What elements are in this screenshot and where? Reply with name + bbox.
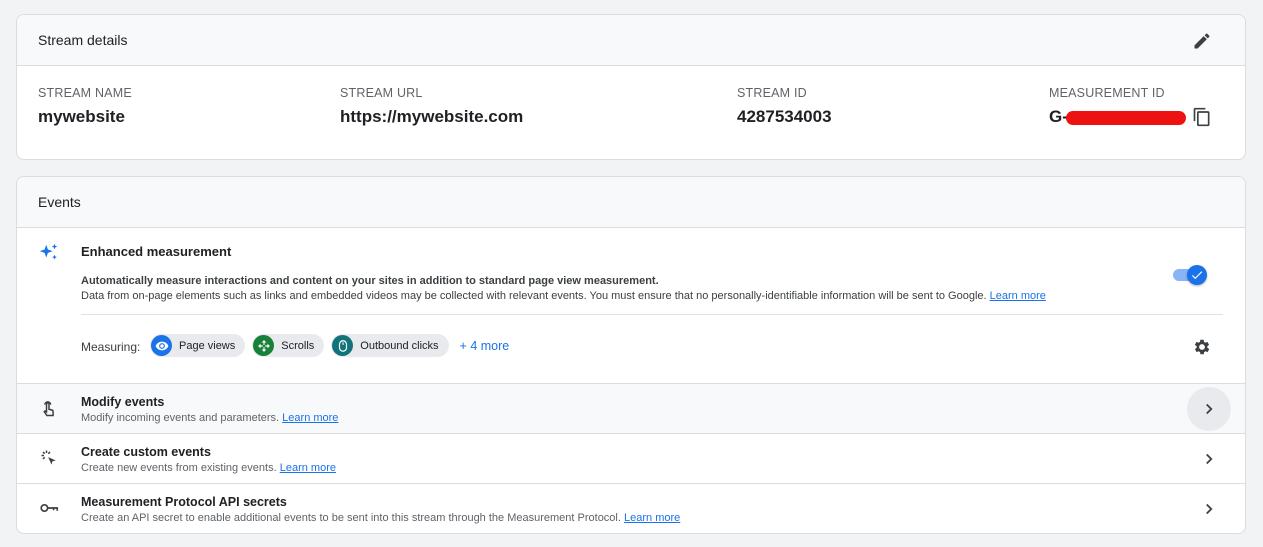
stream-name-field: STREAM NAME mywebsite <box>38 86 132 127</box>
enhanced-measurement-title: Enhanced measurement <box>81 244 232 259</box>
stream-details-title: Stream details <box>38 32 128 48</box>
stream-details-body: STREAM NAME mywebsite STREAM URL https:/… <box>17 66 1245 159</box>
divider <box>81 314 1223 315</box>
pencil-icon <box>1194 33 1210 49</box>
measurement-id-label: MEASUREMENT ID <box>1049 86 1165 100</box>
copy-button[interactable] <box>1189 104 1215 130</box>
chip-outbound-clicks[interactable]: Outbound clicks <box>331 334 449 357</box>
stream-details-card: Stream details STREAM NAME mywebsite STR… <box>16 14 1246 160</box>
key-icon <box>38 497 60 519</box>
stream-url-label: STREAM URL <box>340 86 423 100</box>
create-custom-events-title: Create custom events <box>81 445 211 459</box>
mouse-icon <box>332 335 354 356</box>
touch-icon <box>38 397 60 419</box>
eye-icon <box>151 335 172 356</box>
modify-events-row[interactable]: Modify events Modify incoming events and… <box>17 384 1245 434</box>
chip-label: Scrolls <box>281 339 315 352</box>
stream-url-value: https://mywebsite.com <box>340 107 524 126</box>
create-custom-events-sub: Create new events from existing events. … <box>81 462 336 474</box>
gear-icon <box>1194 339 1210 355</box>
chevron-right-icon <box>1206 403 1213 415</box>
enhanced-measurement-section: Enhanced measurement Automatically measu… <box>17 228 1245 384</box>
chip-scrolls[interactable]: Scrolls <box>252 334 325 357</box>
scroll-icon <box>253 335 275 356</box>
stream-id-label: STREAM ID <box>737 86 807 100</box>
modify-events-learn-more[interactable]: Learn more <box>282 412 338 424</box>
modify-events-sub: Modify incoming events and parameters. L… <box>81 412 338 424</box>
redaction-mark <box>1065 110 1186 125</box>
stream-name-value: mywebsite <box>38 107 125 126</box>
enhanced-measurement-toggle[interactable] <box>1173 264 1207 285</box>
stream-name-label: STREAM NAME <box>38 86 132 100</box>
measurement-protocol-desc: Create an API secret to enable additiona… <box>81 512 621 524</box>
measuring-label: Measuring: <box>81 340 141 354</box>
measurement-id-value-row: G- <box>1049 107 1186 127</box>
enhanced-settings-button[interactable] <box>1190 335 1214 359</box>
chevron-right-icon <box>1206 503 1213 515</box>
stream-id-value: 4287534003 <box>737 107 832 126</box>
enhanced-measurement-note: Data from on-page elements such as links… <box>81 290 1046 302</box>
toggle-thumb <box>1187 265 1207 285</box>
chip-label: Outbound clicks <box>360 339 439 352</box>
measurement-id-field: MEASUREMENT ID G- <box>1049 86 1186 127</box>
measuring-chips: Page views Scrolls Outbound clicks + 4 m… <box>150 334 509 357</box>
measurement-protocol-row[interactable]: Measurement Protocol API secrets Create … <box>17 484 1245 533</box>
create-custom-events-learn-more[interactable]: Learn more <box>280 462 336 474</box>
sparkle-icon <box>38 242 60 269</box>
stream-url-field: STREAM URL https://mywebsite.com <box>340 86 523 127</box>
stream-details-header: Stream details <box>17 15 1245 66</box>
create-custom-events-desc: Create new events from existing events. <box>81 462 277 474</box>
events-card: Events Enhanced measurement Automaticall… <box>16 176 1246 534</box>
enhanced-measurement-note-text: Data from on-page elements such as links… <box>81 290 987 302</box>
measurement-protocol-chevron[interactable] <box>1187 487 1231 531</box>
chip-page-views[interactable]: Page views <box>150 334 246 357</box>
chip-label: Page views <box>179 339 236 352</box>
modify-events-title: Modify events <box>81 395 165 409</box>
edit-button[interactable] <box>1189 28 1215 54</box>
modify-events-chevron[interactable] <box>1187 387 1231 431</box>
measurement-protocol-title: Measurement Protocol API secrets <box>81 495 287 509</box>
events-header: Events <box>17 177 1245 228</box>
copy-icon <box>1193 107 1210 127</box>
enhanced-learn-more-link[interactable]: Learn more <box>990 290 1046 302</box>
click-sparkle-icon <box>38 447 60 469</box>
events-title: Events <box>38 194 81 210</box>
enhanced-measurement-desc: Automatically measure interactions and c… <box>81 275 659 287</box>
chevron-right-icon <box>1206 453 1213 465</box>
measurement-protocol-sub: Create an API secret to enable additiona… <box>81 512 680 524</box>
modify-events-desc: Modify incoming events and parameters. <box>81 412 280 424</box>
more-measurements-link[interactable]: + 4 more <box>460 339 510 353</box>
create-custom-events-row[interactable]: Create custom events Create new events f… <box>17 434 1245 484</box>
stream-id-field: STREAM ID 4287534003 <box>737 86 832 127</box>
check-icon <box>1191 271 1203 280</box>
measurement-protocol-learn-more[interactable]: Learn more <box>624 512 680 524</box>
create-custom-events-chevron[interactable] <box>1187 437 1231 481</box>
